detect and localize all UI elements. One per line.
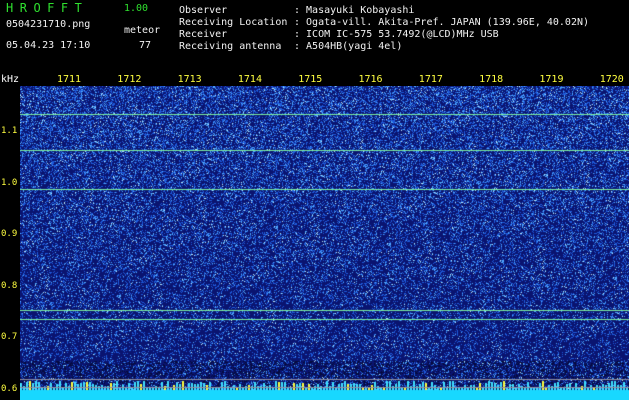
time-tick-1714: 1714	[237, 74, 262, 85]
freq-tick-1.0: 1.0	[1, 177, 18, 188]
freq-tick-1.1: 1.1	[1, 126, 18, 137]
location-value: : Ogata-vill. Akita-Pref. JAPAN (139.96E…	[294, 17, 590, 28]
time-tick-1713: 1713	[177, 74, 202, 85]
meteor-count: 77	[139, 40, 152, 51]
antenna-value: : A504HB(yagi 4el)	[294, 41, 403, 52]
file-name: 0504231710.png	[6, 19, 91, 30]
location-label: Receiving Location	[179, 17, 288, 28]
time-tick-1720: 1720	[599, 74, 624, 85]
app-version: 1.00	[124, 3, 149, 14]
spectrogram-panel: kHz 1711 1712 1713 1714 1715 1716 1717 1718 1719…	[0, 73, 629, 400]
frequency-unit-label: kHz	[1, 74, 20, 85]
time-tick-1712: 1712	[117, 74, 142, 85]
antenna-label: Receiving antenna	[179, 41, 282, 52]
freq-tick-0.7: 0.7	[1, 332, 18, 343]
time-tick-1711: 1711	[57, 74, 82, 85]
freq-tick-0.9: 0.9	[1, 229, 18, 240]
time-tick-1715: 1715	[298, 74, 323, 85]
time-tick-1718: 1718	[479, 74, 504, 85]
date-time: 05.04.23 17:10	[6, 40, 91, 51]
freq-tick-0.8: 0.8	[1, 280, 18, 291]
observer-label: Observer	[179, 5, 228, 16]
app-title: HROFFT	[6, 1, 89, 15]
observer-value: : Masayuki Kobayashi	[294, 5, 415, 16]
receiver-value: : ICOM IC-575 53.7492(@LCD)MHz USB	[294, 29, 499, 40]
receiver-label: Receiver	[179, 29, 228, 40]
time-tick-1716: 1716	[358, 74, 383, 85]
time-tick-1717: 1717	[418, 74, 443, 85]
mode-label: meteor	[124, 25, 161, 36]
header-panel: HROFFT 1.00 0504231710.png meteor 05.04.…	[0, 0, 629, 73]
time-tick-1719: 1719	[539, 74, 564, 85]
spectrogram-canvas	[20, 86, 629, 400]
freq-tick-0.6: 0.6	[1, 383, 18, 394]
